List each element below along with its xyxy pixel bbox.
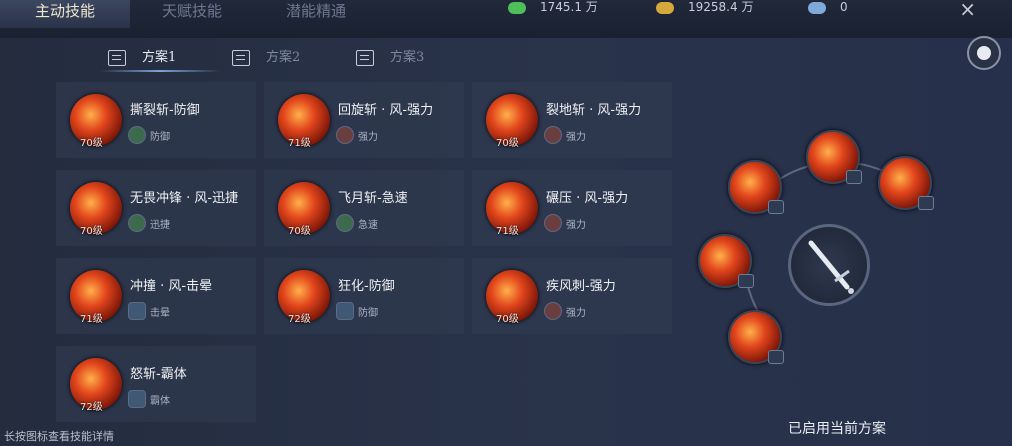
plan-icon — [232, 49, 250, 66]
skill-card[interactable]: 71级 回旋斩 · 风-强力 强力 — [264, 82, 464, 158]
close-icon[interactable]: × — [959, 0, 976, 21]
skill-level: 71级 — [496, 226, 519, 237]
resource-gem: 0 — [808, 0, 848, 18]
wheel-slot-skill[interactable] — [806, 130, 862, 184]
skill-card[interactable]: 72级 怒斩-霸体 霸体 — [56, 346, 256, 422]
tab-talent-skills[interactable]: 天赋技能 — [130, 0, 254, 28]
power-tag-icon — [768, 200, 784, 214]
resource-gold-value: 19258.4 万 — [688, 0, 754, 14]
plan-tab-3[interactable]: 方案3 — [356, 46, 424, 70]
skill-card[interactable]: 70级 无畏冲锋 · 风-迅捷 迅捷 — [56, 170, 256, 246]
power-tag-icon — [544, 126, 562, 144]
toggle-dot-icon — [977, 46, 991, 60]
skill-name: 碾压 · 风-强力 — [546, 191, 629, 206]
plan-icon — [108, 49, 126, 66]
skill-name: 怒斩-霸体 — [130, 367, 187, 382]
skill-name: 裂地斩 · 风-强力 — [546, 103, 642, 118]
skill-level: 70级 — [80, 138, 103, 149]
skill-card[interactable]: 70级 裂地斩 · 风-强力 强力 — [472, 82, 672, 158]
superarmor-tag-icon — [738, 274, 754, 288]
skill-level: 70级 — [288, 226, 311, 237]
resource-crystal-value: 1745.1 万 — [540, 0, 598, 14]
wheel-slot-skill[interactable] — [698, 234, 754, 288]
skill-name: 飞月斩-急速 — [338, 191, 408, 206]
defense-tag-icon — [128, 126, 146, 144]
skill-level: 70级 — [496, 314, 519, 325]
tab-potential-mastery[interactable]: 潜能精通 — [254, 0, 378, 28]
skill-name: 冲撞 · 风-击晕 — [130, 279, 213, 294]
resource-crystal: 1745.1 万 — [508, 0, 598, 18]
crystal-icon — [508, 1, 526, 14]
skill-level: 72级 — [80, 402, 103, 413]
plan-icon — [356, 49, 374, 66]
skill-card[interactable]: 70级 撕裂斩-防御 防御 — [56, 82, 256, 158]
plan-tab-3-label: 方案3 — [390, 50, 425, 65]
tab-active-skills[interactable]: 主动技能 — [0, 0, 130, 28]
skill-level: 72级 — [288, 314, 311, 325]
skill-tag: 急速 — [358, 220, 378, 231]
skill-level: 70级 — [496, 138, 519, 149]
plan-tab-2-label: 方案2 — [266, 50, 301, 65]
plan-tab-1-label: 方案1 — [142, 50, 177, 65]
plan-tab-1[interactable]: 方案1 — [108, 46, 176, 70]
skill-tag: 强力 — [566, 308, 586, 319]
skill-tag: 霸体 — [150, 396, 170, 407]
wheel-slot-skill[interactable] — [878, 156, 934, 210]
superarmor-tag-icon — [128, 390, 146, 408]
skill-tag: 击晕 — [150, 308, 170, 319]
skill-name: 回旋斩 · 风-强力 — [338, 103, 434, 118]
skill-card[interactable]: 71级 碾压 · 风-强力 强力 — [472, 170, 672, 246]
power-tag-icon — [544, 302, 562, 320]
defense-tag-icon — [336, 302, 354, 320]
power-tag-icon — [544, 214, 562, 232]
view-toggle-button[interactable] — [967, 36, 1001, 70]
skill-name: 无畏冲锋 · 风-迅捷 — [130, 191, 239, 206]
stun-tag-icon — [128, 302, 146, 320]
skill-level: 71级 — [80, 314, 103, 325]
skill-card[interactable]: 70级 飞月斩-急速 急速 — [264, 170, 464, 246]
skill-tag: 强力 — [566, 220, 586, 231]
skill-name: 撕裂斩-防御 — [130, 103, 200, 118]
skill-name: 狂化-防御 — [338, 279, 395, 294]
gold-icon — [656, 1, 674, 14]
stun-tag-icon — [918, 196, 934, 210]
power-tag-icon — [846, 170, 862, 184]
basic-attack-sword-button[interactable] — [788, 224, 870, 306]
haste-tag-icon — [336, 214, 354, 232]
skill-card[interactable]: 71级 冲撞 · 风-击晕 击晕 — [56, 258, 256, 334]
sword-icon — [808, 240, 854, 294]
long-press-hint: 长按图标查看技能详情 — [4, 430, 114, 443]
skill-tag: 强力 — [358, 132, 378, 143]
skill-tag: 防御 — [150, 132, 170, 143]
skill-card[interactable]: 70级 疾风刺-强力 强力 — [472, 258, 672, 334]
skill-name: 疾风刺-强力 — [546, 279, 616, 294]
plan-tab-2[interactable]: 方案2 — [232, 46, 300, 70]
plan-enabled-status: 已启用当前方案 — [788, 421, 886, 437]
wheel-slot-skill[interactable] — [728, 160, 784, 214]
wheel-slot-skill[interactable] — [728, 310, 784, 364]
skill-tag: 强力 — [566, 132, 586, 143]
skill-tag: 防御 — [358, 308, 378, 319]
gem-icon — [808, 1, 826, 14]
resource-gold: 19258.4 万 — [656, 0, 753, 18]
plan-tab-underline — [100, 70, 220, 72]
power-tag-icon — [336, 126, 354, 144]
skill-level: 70级 — [80, 226, 103, 237]
skill-level: 71级 — [288, 138, 311, 149]
top-bar: 主动技能 天赋技能 潜能精通 1745.1 万 19258.4 万 0 × — [0, 0, 1012, 38]
defense-tag-icon — [768, 350, 784, 364]
resource-gem-value: 0 — [840, 0, 848, 14]
skill-card[interactable]: 72级 狂化-防御 防御 — [264, 258, 464, 334]
skill-tag: 迅捷 — [150, 220, 170, 231]
agility-tag-icon — [128, 214, 146, 232]
